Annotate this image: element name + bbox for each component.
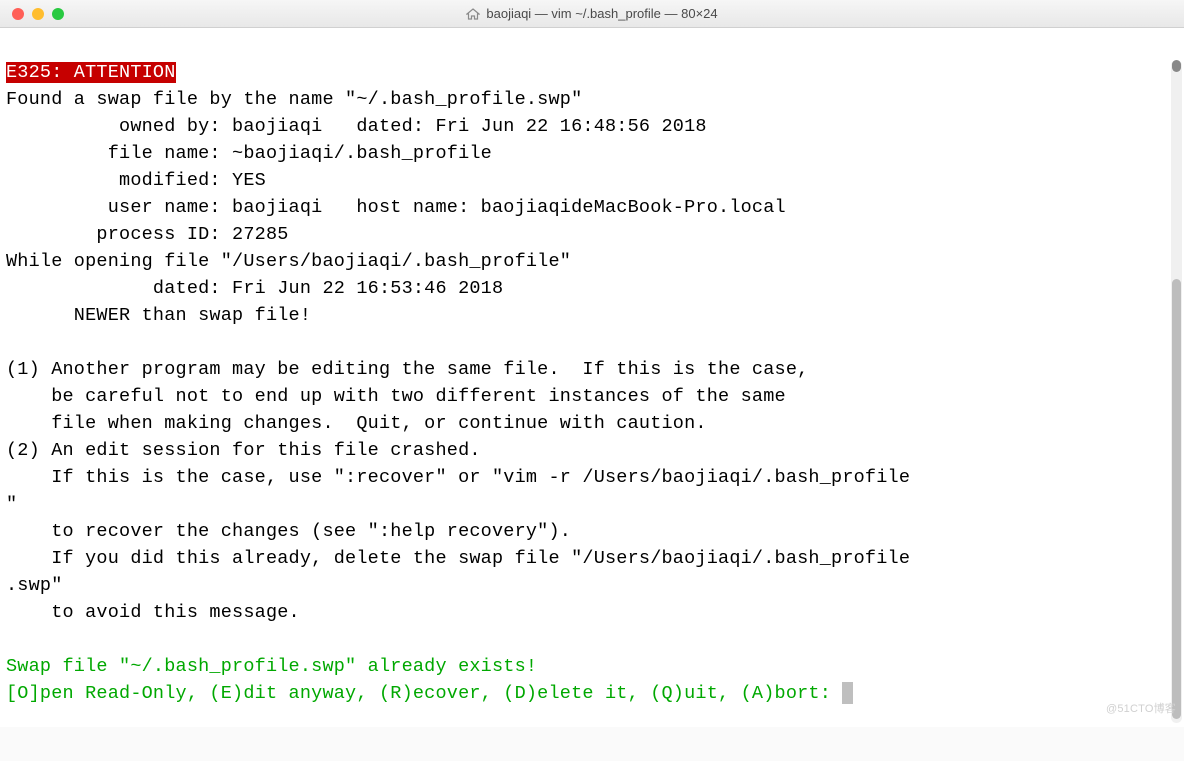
hint-2b: If this is the case, use ":recover" or "… — [6, 467, 910, 488]
scrollbar-thumb[interactable] — [1172, 279, 1181, 719]
user-host-line: user name: baojiaqi host name: baojiaqid… — [6, 197, 786, 218]
newer-line: NEWER than swap file! — [6, 305, 311, 326]
home-icon — [466, 8, 480, 20]
hint-2d-wrap: .swp" — [6, 575, 63, 596]
scrollbar-track[interactable] — [1171, 60, 1182, 723]
watermark: @51CTO博客 — [1106, 696, 1176, 723]
hint-2e: to avoid this message. — [6, 602, 300, 623]
swap-found-line: Found a swap file by the name "~/.bash_p… — [6, 89, 582, 110]
file-name-line: file name: ~baojiaqi/.bash_profile — [6, 143, 492, 164]
hint-1a: (1) Another program may be editing the s… — [6, 359, 808, 380]
window-title: baojiaqi — vim ~/.bash_profile — 80×24 — [10, 6, 1174, 21]
window-titlebar: baojiaqi — vim ~/.bash_profile — 80×24 — [0, 0, 1184, 28]
hint-1b: be careful not to end up with two differ… — [6, 386, 786, 407]
process-id-line: process ID: 27285 — [6, 224, 289, 245]
traffic-lights — [12, 8, 64, 20]
hint-1c: file when making changes. Quit, or conti… — [6, 413, 707, 434]
maximize-button[interactable] — [52, 8, 64, 20]
modified-line: modified: YES — [6, 170, 266, 191]
swap-exists-prompt: Swap file "~/.bash_profile.swp" already … — [6, 656, 537, 677]
terminal-content[interactable]: E325: ATTENTION Found a swap file by the… — [0, 28, 1184, 727]
hint-2a: (2) An edit session for this file crashe… — [6, 440, 481, 461]
vim-error-header: E325: ATTENTION — [6, 62, 176, 83]
hint-2b-wrap: " — [6, 494, 17, 515]
terminal-cursor — [842, 682, 853, 704]
owned-by-line: owned by: baojiaqi dated: Fri Jun 22 16:… — [6, 116, 707, 137]
close-button[interactable] — [12, 8, 24, 20]
scrollbar-thumb-top[interactable] — [1172, 60, 1181, 72]
hint-2c: to recover the changes (see ":help recov… — [6, 521, 571, 542]
file-dated-line: dated: Fri Jun 22 16:53:46 2018 — [6, 278, 503, 299]
window-title-text: baojiaqi — vim ~/.bash_profile — 80×24 — [486, 6, 717, 21]
vim-options-prompt[interactable]: [O]pen Read-Only, (E)dit anyway, (R)ecov… — [6, 683, 842, 704]
opening-file-line: While opening file "/Users/baojiaqi/.bas… — [6, 251, 571, 272]
hint-2d: If you did this already, delete the swap… — [6, 548, 910, 569]
minimize-button[interactable] — [32, 8, 44, 20]
